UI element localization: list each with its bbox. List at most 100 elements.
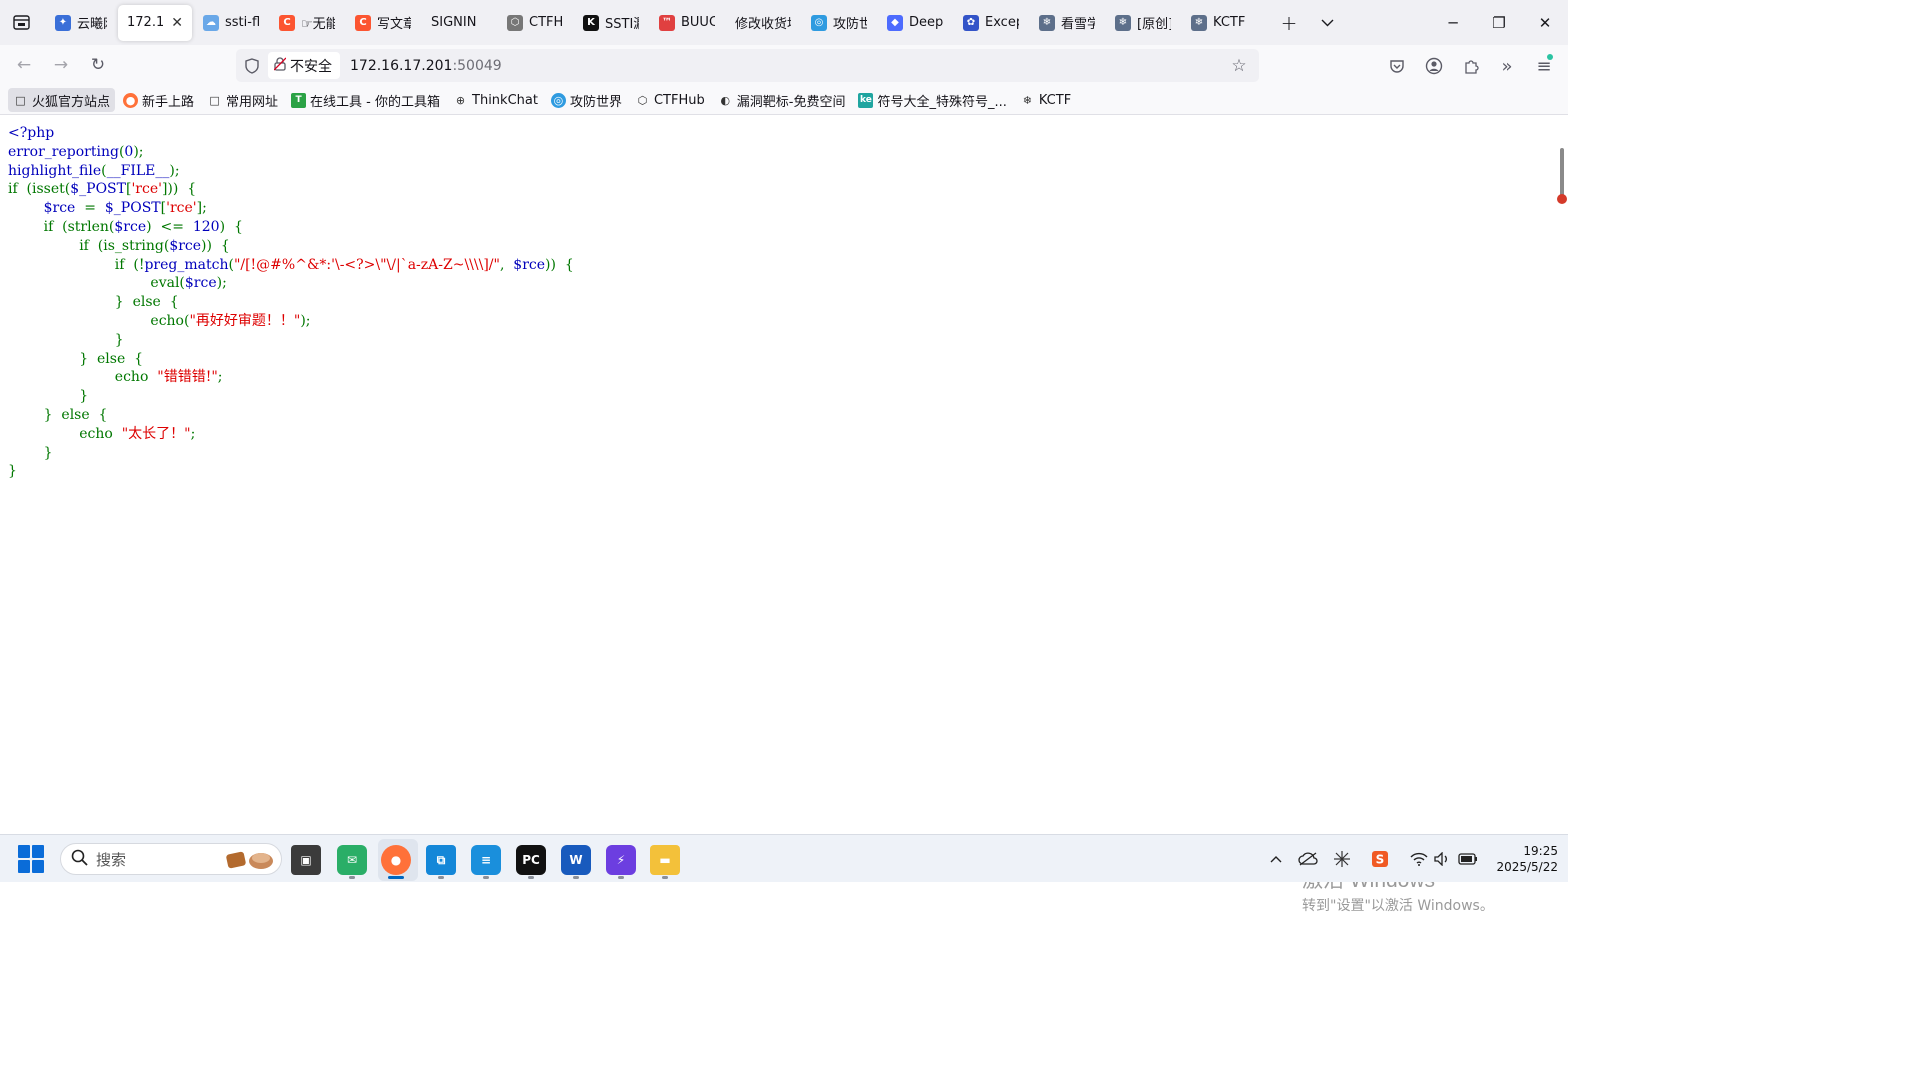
code-line: echo "太长了！"; xyxy=(8,425,574,444)
account-icon[interactable] xyxy=(1418,50,1450,82)
sogou-input-icon[interactable]: S xyxy=(1368,847,1392,871)
bookmark-item[interactable]: T 在线工具 - 你的工具箱 xyxy=(286,88,445,112)
svg-text:S: S xyxy=(1376,853,1385,867)
browser-tab[interactable]: ❄ [原创] xyxy=(1106,5,1180,41)
tracking-protection-shield-icon[interactable] xyxy=(236,49,268,82)
bookmark-label: 在线工具 - 你的工具箱 xyxy=(310,94,441,110)
bookmark-favicon-icon: ❄ xyxy=(1022,93,1032,107)
browser-tab[interactable]: ⬡ CTFHu xyxy=(498,5,572,41)
browser-tab[interactable]: ✦ 云曦网 xyxy=(46,5,116,41)
wechat-app-icon[interactable]: ✉ xyxy=(337,845,367,875)
bookmark-item[interactable]: ke 符号大全_特殊符号_... xyxy=(853,88,1011,112)
battery-charging-icon[interactable] xyxy=(1456,847,1480,871)
browser-tab[interactable]: ◎ 攻防世 xyxy=(802,5,876,41)
running-indicator xyxy=(388,876,404,879)
code-token: preg_match xyxy=(144,256,229,273)
forward-button[interactable]: → xyxy=(45,49,77,81)
bookmark-item[interactable]: ⬡ CTFHub xyxy=(630,88,710,112)
browser-tab[interactable]: SIGNIN xyxy=(422,5,496,41)
code-line: if (strlen($rce) <= 120) { xyxy=(8,218,574,237)
app-menu-hamburger-icon[interactable]: ≡ xyxy=(1528,50,1560,82)
firefox-view-icon[interactable] xyxy=(4,6,38,40)
pocket-icon[interactable] xyxy=(1381,50,1413,82)
browser-tab[interactable]: ☁ ssti-fl xyxy=(194,5,268,41)
extensions-puzzle-icon[interactable] xyxy=(1455,50,1487,82)
more-tools-chevron-icon[interactable]: » xyxy=(1491,50,1523,82)
bookmark-item[interactable]: ⊕ ThinkChat xyxy=(448,88,543,112)
network-devices-icon[interactable] xyxy=(1330,847,1354,871)
reload-button[interactable]: ↻ xyxy=(82,49,114,81)
bookmark-favicon-icon: □ xyxy=(15,93,26,107)
bookmark-item[interactable]: ◐ 漏洞靶标-免费空间 xyxy=(713,88,851,112)
code-token: } else { xyxy=(8,406,108,423)
site-security-indicator[interactable]: 不安全 xyxy=(268,52,340,79)
tab-favicon-icon: C xyxy=(279,14,295,31)
browser-tab[interactable]: ◆ DeepS xyxy=(878,5,952,41)
code-token: echo xyxy=(8,425,122,442)
code-token: $_POST xyxy=(70,181,126,198)
start-windows-icon[interactable] xyxy=(18,845,46,873)
task-view-app-icon[interactable]: ▣ xyxy=(291,845,321,875)
vertical-scrollbar[interactable] xyxy=(1560,148,1564,200)
insecure-lock-icon xyxy=(273,56,287,75)
code-token: "太长了！" xyxy=(121,425,191,442)
code-token: if (! xyxy=(8,256,145,273)
onedrive-offline-icon[interactable] xyxy=(1296,847,1320,871)
browser-tab[interactable]: C ☞无能 xyxy=(270,5,344,41)
browser-tab[interactable]: 172.16. ✕ xyxy=(118,4,192,41)
code-line: } xyxy=(8,387,574,406)
browser-tab[interactable]: ™ BUUC xyxy=(650,5,724,41)
address-bar[interactable]: 不安全 172.16.17.201:50049 ☆ xyxy=(236,49,1259,82)
code-line: } else { xyxy=(8,406,574,425)
code-token: $_POST xyxy=(104,200,161,217)
browser-tab[interactable]: C 写文章 xyxy=(346,5,420,41)
file-explorer-app-icon[interactable]: ▬ xyxy=(650,845,680,875)
update-badge-icon xyxy=(1547,54,1553,60)
browser-tab[interactable]: ✿ Excep xyxy=(954,5,1028,41)
code-token: ]; xyxy=(196,200,207,217)
code-token: if (strlen( xyxy=(8,218,115,235)
browser-tab[interactable]: ❄ KCTF xyxy=(1182,5,1256,41)
code-token: $rce xyxy=(43,200,85,217)
visual-studio-app-icon[interactable]: ⚡ xyxy=(606,845,636,875)
bookmark-item[interactable]: ◎ 攻防世界 xyxy=(546,88,627,112)
code-line: <?php xyxy=(8,124,574,143)
restore-button[interactable]: ❐ xyxy=(1476,0,1522,45)
firefox-app-icon[interactable]: ● xyxy=(381,845,411,875)
tab-title: BUUC xyxy=(681,15,715,30)
close-window-button[interactable]: ✕ xyxy=(1522,0,1568,45)
code-token: = xyxy=(84,200,105,217)
tab-favicon-icon: ❄ xyxy=(1039,14,1055,31)
browser-tab[interactable]: 修改收货地 xyxy=(726,5,800,41)
system-clock[interactable]: 19:25 2025/5/22 xyxy=(1490,843,1558,875)
list-all-tabs-chevron-icon[interactable] xyxy=(1310,6,1344,40)
browser-tab[interactable]: K SSTI漏 xyxy=(574,5,648,41)
speaker-icon[interactable] xyxy=(1431,847,1455,871)
close-tab-icon[interactable]: ✕ xyxy=(171,15,183,31)
bookmark-item[interactable]: ❄ KCTF xyxy=(1015,88,1076,112)
bookmark-item[interactable]: ● 新手上路 xyxy=(118,88,199,112)
word-app-icon[interactable]: W xyxy=(561,845,591,875)
tab-favicon-icon: ❄ xyxy=(1115,14,1131,31)
pycharm-app-icon[interactable]: PC xyxy=(516,845,546,875)
code-token: } xyxy=(8,388,89,405)
bookmark-label: 符号大全_特殊符号_... xyxy=(877,94,1007,110)
show-hidden-icons-chevron-icon[interactable] xyxy=(1264,847,1288,871)
remote-desktop-app-icon[interactable]: ⧉ xyxy=(426,845,456,875)
notepad-app-icon[interactable]: ≡ xyxy=(471,845,501,875)
browser-tab[interactable]: ❄ 看雪学 xyxy=(1030,5,1104,41)
taskbar-search-box[interactable]: 搜索 xyxy=(60,843,282,875)
code-line: if (!preg_match("/[!@#%^&*:'\-<?>\"\/|`a… xyxy=(8,256,574,275)
back-button[interactable]: ← xyxy=(8,49,40,81)
bookmark-star-icon[interactable]: ☆ xyxy=(1225,52,1253,80)
minimize-button[interactable]: ─ xyxy=(1430,0,1476,45)
code-token: } else { xyxy=(8,350,144,367)
new-tab-button[interactable]: + xyxy=(1272,6,1306,40)
scroll-indicator-dot xyxy=(1557,194,1567,204)
url-text[interactable]: 172.16.17.201:50049 xyxy=(350,58,502,74)
bookmark-label: 常用网址 xyxy=(226,94,279,110)
bookmark-item[interactable]: □ 常用网址 xyxy=(202,88,283,112)
wifi-icon[interactable] xyxy=(1407,847,1431,871)
running-indicator xyxy=(349,876,355,879)
bookmark-item[interactable]: □ 火狐官方站点 xyxy=(8,88,116,112)
